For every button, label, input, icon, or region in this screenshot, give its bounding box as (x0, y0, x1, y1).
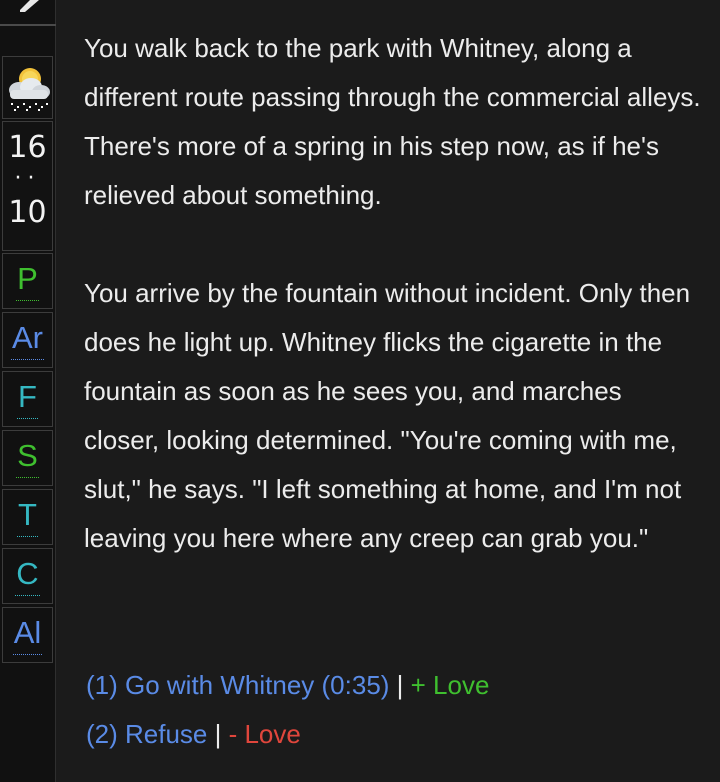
passage-text: You walk back to the park with Whitney, … (84, 24, 704, 563)
clock-minute: 10 (8, 195, 47, 230)
weather-indicator[interactable] (2, 56, 53, 119)
pencil-icon (20, 0, 39, 12)
stat-allure[interactable]: Al (2, 607, 53, 663)
stat-control[interactable]: C (2, 548, 53, 604)
passage-paragraph-2: You arrive by the fountain without incid… (84, 278, 691, 553)
stat-fatigue-label: F (17, 380, 38, 419)
choice-list: (1) Go with Whitney (0:35) | + Love (2) … (86, 661, 489, 759)
choice-go-with-whitney-link[interactable]: (1) Go with Whitney (0:35) (86, 670, 389, 700)
stat-trauma-label: T (17, 498, 38, 537)
stat-fatigue[interactable]: F (2, 371, 53, 427)
passage-paragraph-1: You walk back to the park with Whitney, … (84, 33, 701, 210)
clock-display: 16 ·​· 10 (2, 121, 53, 251)
stat-trauma[interactable]: T (2, 489, 53, 545)
love-decrease-label: - Love (228, 719, 301, 749)
clock-separator: ·​· (14, 166, 41, 191)
choice-option-1: (1) Go with Whitney (0:35) | + Love (86, 661, 489, 710)
love-increase-label: + Love (410, 670, 490, 700)
choice-separator: | (389, 670, 411, 700)
choice-separator: | (207, 719, 229, 749)
stat-arousal[interactable]: Ar (2, 312, 53, 368)
stat-purity-label: P (16, 262, 39, 301)
sidebar-top-button[interactable] (0, 0, 56, 26)
stat-purity[interactable]: P (2, 253, 53, 309)
stat-stress[interactable]: S (2, 430, 53, 486)
sidebar: 16 ·​· 10 P Ar F S T C Al (0, 0, 56, 782)
partly-cloudy-snow-icon (9, 68, 50, 111)
clock-hour: 16 (8, 130, 47, 165)
choice-option-2: (2) Refuse | - Love (86, 710, 489, 759)
choice-refuse-link[interactable]: (2) Refuse (86, 719, 207, 749)
stat-arousal-label: Ar (11, 321, 44, 360)
stat-control-label: C (15, 557, 40, 596)
stat-allure-label: Al (12, 616, 43, 655)
stat-stress-label: S (16, 439, 39, 478)
